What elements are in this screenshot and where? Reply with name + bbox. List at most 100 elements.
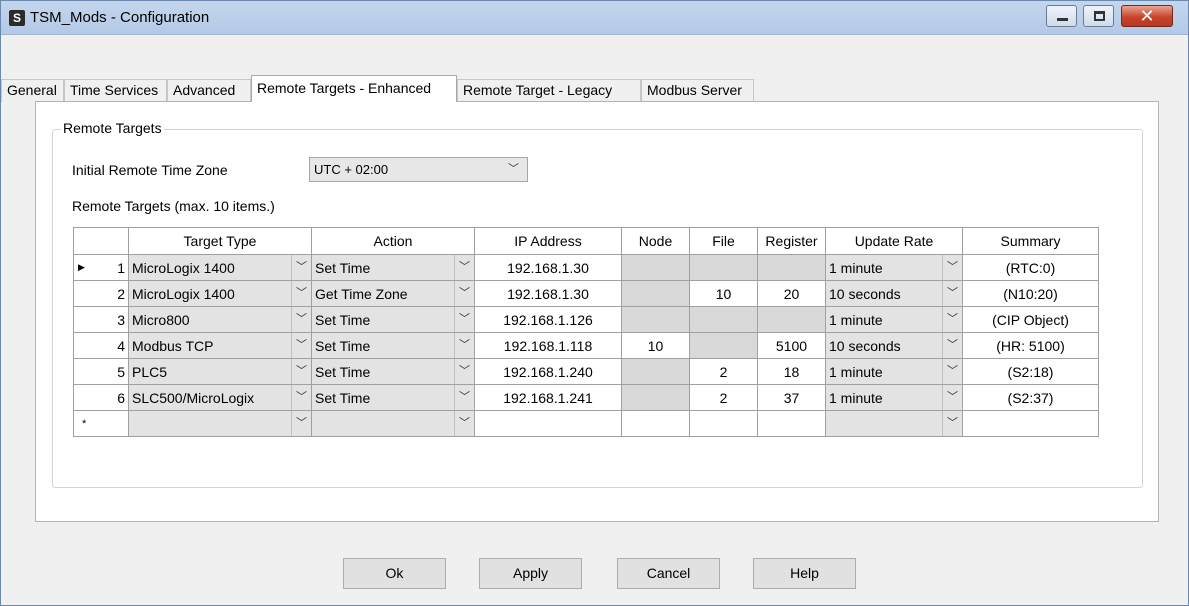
- chevron-down-icon[interactable]: ﹀: [291, 281, 311, 306]
- file-cell[interactable]: 2: [689, 358, 758, 385]
- target-type-cell[interactable]: MicroLogix 1400 ﹀: [128, 280, 312, 307]
- time-zone-select[interactable]: UTC + 02:00 ﹀: [309, 157, 528, 182]
- column-header-ip-address[interactable]: IP Address: [474, 227, 622, 255]
- chevron-down-icon[interactable]: ﹀: [942, 385, 962, 410]
- target-type-cell[interactable]: Micro800 ﹀: [128, 306, 312, 333]
- chevron-down-icon[interactable]: ﹀: [942, 281, 962, 306]
- row-header[interactable]: 6: [73, 384, 129, 411]
- time-zone-label: Initial Remote Time Zone: [72, 162, 228, 178]
- new-row-marker[interactable]: *: [73, 410, 129, 437]
- row-header[interactable]: 2: [73, 280, 129, 307]
- cancel-button[interactable]: Cancel: [617, 558, 720, 589]
- table-row[interactable]: 4 Modbus TCP ﹀ Set Time ﹀ 192.168.1.118 10…: [73, 332, 1099, 359]
- register-cell[interactable]: 5100: [757, 332, 826, 359]
- chevron-down-icon[interactable]: ﹀: [942, 255, 962, 280]
- register-cell[interactable]: [757, 410, 826, 437]
- action-cell[interactable]: Set Time ﹀: [311, 254, 475, 281]
- chevron-down-icon[interactable]: ﹀: [454, 255, 474, 280]
- row-header[interactable]: ▶ 1: [73, 254, 129, 281]
- file-cell[interactable]: 2: [689, 384, 758, 411]
- chevron-down-icon[interactable]: ﹀: [291, 359, 311, 384]
- close-button[interactable]: ✕: [1121, 5, 1173, 27]
- chevron-down-icon[interactable]: ﹀: [942, 307, 962, 332]
- target-type-cell[interactable]: ﹀: [128, 410, 312, 437]
- tab-advanced[interactable]: Advanced: [167, 79, 251, 102]
- target-type-cell[interactable]: Modbus TCP ﹀: [128, 332, 312, 359]
- column-header-file[interactable]: File: [689, 227, 758, 255]
- ip-address-cell[interactable]: 192.168.1.241: [474, 384, 622, 411]
- column-header-update-rate[interactable]: Update Rate: [825, 227, 963, 255]
- node-cell[interactable]: 10: [621, 332, 690, 359]
- chevron-down-icon[interactable]: ﹀: [454, 307, 474, 332]
- chevron-down-icon[interactable]: ﹀: [942, 333, 962, 358]
- table-row[interactable]: 2 MicroLogix 1400 ﹀ Get Time Zone ﹀ 192.16…: [73, 280, 1099, 307]
- update-rate-cell[interactable]: 10 seconds ﹀: [825, 332, 963, 359]
- chevron-down-icon[interactable]: ﹀: [942, 359, 962, 384]
- new-row[interactable]: * ﹀ ﹀ ﹀: [73, 410, 1099, 437]
- column-header-node[interactable]: Node: [621, 227, 690, 255]
- tab-remote-targets-enhanced[interactable]: Remote Targets - Enhanced: [251, 75, 457, 102]
- update-rate-cell[interactable]: 1 minute ﹀: [825, 254, 963, 281]
- update-rate-cell[interactable]: ﹀: [825, 410, 963, 437]
- register-cell[interactable]: 37: [757, 384, 826, 411]
- action-cell[interactable]: Get Time Zone ﹀: [311, 280, 475, 307]
- ip-address-cell[interactable]: [474, 410, 622, 437]
- update-rate-cell[interactable]: 1 minute ﹀: [825, 358, 963, 385]
- file-cell[interactable]: 10: [689, 280, 758, 307]
- chevron-down-icon[interactable]: ﹀: [454, 333, 474, 358]
- ip-address-cell[interactable]: 192.168.1.30: [474, 254, 622, 281]
- action-cell[interactable]: Set Time ﹀: [311, 358, 475, 385]
- chevron-down-icon[interactable]: ﹀: [291, 333, 311, 358]
- update-rate-cell[interactable]: 1 minute ﹀: [825, 384, 963, 411]
- target-type-cell[interactable]: PLC5 ﹀: [128, 358, 312, 385]
- ip-address-cell[interactable]: 192.168.1.240: [474, 358, 622, 385]
- chevron-down-icon[interactable]: ﹀: [291, 411, 311, 436]
- summary-cell: [962, 410, 1099, 437]
- tab-general[interactable]: General: [1, 79, 64, 102]
- table-row[interactable]: 6 SLC500/MicroLogix ﹀ Set Time ﹀ 192.168.1…: [73, 384, 1099, 411]
- action-cell[interactable]: Set Time ﹀: [311, 332, 475, 359]
- register-cell[interactable]: 18: [757, 358, 826, 385]
- action-cell[interactable]: Set Time ﹀: [311, 384, 475, 411]
- table-row[interactable]: 5 PLC5 ﹀ Set Time ﹀ 192.168.1.240 2 18 1 m…: [73, 358, 1099, 385]
- column-header-action[interactable]: Action: [311, 227, 475, 255]
- row-header[interactable]: 5: [73, 358, 129, 385]
- node-cell[interactable]: [621, 410, 690, 437]
- tab-remote-target-legacy[interactable]: Remote Target - Legacy: [457, 79, 641, 102]
- table-row[interactable]: 3 Micro800 ﹀ Set Time ﹀ 192.168.1.126 1 mi…: [73, 306, 1099, 333]
- title-bar[interactable]: S TSM_Mods - Configuration ✕: [1, 1, 1188, 35]
- ip-address-cell[interactable]: 192.168.1.30: [474, 280, 622, 307]
- action-cell[interactable]: Set Time ﹀: [311, 306, 475, 333]
- column-header-summary[interactable]: Summary: [962, 227, 1099, 255]
- maximize-button[interactable]: [1083, 5, 1114, 27]
- target-type-cell[interactable]: SLC500/MicroLogix ﹀: [128, 384, 312, 411]
- apply-button[interactable]: Apply: [479, 558, 582, 589]
- table-row[interactable]: ▶ 1 MicroLogix 1400 ﹀ Set Time ﹀ 192.168.1.…: [73, 254, 1099, 281]
- target-type-cell[interactable]: MicroLogix 1400 ﹀: [128, 254, 312, 281]
- chevron-down-icon[interactable]: ﹀: [291, 255, 311, 280]
- chevron-down-icon[interactable]: ﹀: [454, 281, 474, 306]
- row-header[interactable]: 3: [73, 306, 129, 333]
- chevron-down-icon[interactable]: ﹀: [291, 385, 311, 410]
- register-cell[interactable]: 20: [757, 280, 826, 307]
- chevron-down-icon[interactable]: ﹀: [454, 411, 474, 436]
- file-cell[interactable]: [689, 410, 758, 437]
- ip-address-cell[interactable]: 192.168.1.126: [474, 306, 622, 333]
- row-header[interactable]: 4: [73, 332, 129, 359]
- tab-modbus-server[interactable]: Modbus Server: [641, 79, 754, 102]
- update-rate-cell[interactable]: 1 minute ﹀: [825, 306, 963, 333]
- chevron-down-icon[interactable]: ﹀: [454, 385, 474, 410]
- action-cell[interactable]: ﹀: [311, 410, 475, 437]
- chevron-down-icon[interactable]: ﹀: [291, 307, 311, 332]
- ip-address-cell[interactable]: 192.168.1.118: [474, 332, 622, 359]
- tab-time-services[interactable]: Time Services: [64, 79, 167, 102]
- minimize-button[interactable]: [1046, 5, 1077, 27]
- chevron-down-icon[interactable]: ﹀: [942, 411, 962, 436]
- chevron-down-icon[interactable]: ﹀: [454, 359, 474, 384]
- minimize-icon: [1057, 18, 1068, 21]
- help-button[interactable]: Help: [753, 558, 856, 589]
- column-header-target-type[interactable]: Target Type: [128, 227, 312, 255]
- column-header-register[interactable]: Register: [757, 227, 826, 255]
- update-rate-cell[interactable]: 10 seconds ﹀: [825, 280, 963, 307]
- ok-button[interactable]: Ok: [343, 558, 446, 589]
